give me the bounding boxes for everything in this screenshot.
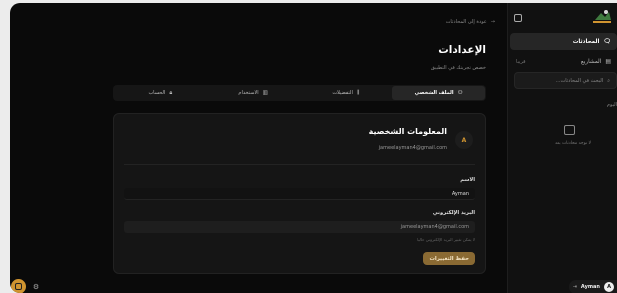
gear-icon[interactable]: ⚙ bbox=[30, 281, 42, 293]
section-label-today: اليوم bbox=[606, 102, 617, 108]
tab-label: الاستخدام bbox=[238, 90, 259, 96]
back-link-label: عودة إلى المحادثات bbox=[445, 19, 487, 25]
app-window: → عودة إلى المحادثات الإعدادات خصص تجربت… bbox=[10, 3, 617, 293]
logout-icon[interactable]: ⇥ bbox=[573, 284, 577, 290]
empty-chat-icon bbox=[564, 125, 575, 135]
email-label: البريد الإلكتروني bbox=[432, 210, 475, 216]
email-field: jameelayman4@gmail.com bbox=[124, 221, 475, 233]
tab-label: الحساب bbox=[148, 90, 166, 96]
empty-state-text: لا توجد محادثات بعد bbox=[554, 141, 591, 146]
main-panel: → عودة إلى المحادثات الإعدادات خصص تجربت… bbox=[10, 3, 507, 293]
search-placeholder: البحث في المحادثات... bbox=[555, 77, 604, 84]
sidebar-toggle-icon[interactable] bbox=[514, 14, 522, 22]
theme-toggle-button[interactable] bbox=[11, 279, 26, 293]
email-hint: لا يمكن تغيير البريد الإلكتروني حاليا bbox=[417, 237, 475, 242]
app-logo bbox=[593, 10, 611, 23]
back-to-chats-link[interactable]: → عودة إلى المحادثات bbox=[446, 19, 495, 25]
folder-icon: ▤ bbox=[605, 58, 611, 65]
tab-usage[interactable]: ▥ الاستخدام bbox=[207, 86, 300, 100]
arrow-right-icon: → bbox=[490, 19, 495, 25]
settings-tabs: ⚇ الملف الشخصي ⫼ التفضيلات ▥ الاستخدام 🔒… bbox=[113, 85, 486, 101]
tab-label: الملف الشخصي bbox=[414, 90, 454, 96]
profile-avatar: A bbox=[455, 131, 473, 149]
profile-card: A المعلومات الشخصية jameelayman4@gmail.c… bbox=[113, 113, 486, 274]
sliders-icon: ⫼ bbox=[356, 89, 360, 96]
sun-icon bbox=[15, 283, 22, 290]
profile-email-text: jameelayman4@gmail.com bbox=[378, 145, 447, 151]
search-icon: ⌕ bbox=[607, 77, 610, 84]
chat-search-input[interactable]: ⌕ البحث في المحادثات... bbox=[514, 72, 617, 89]
sidebar-item-label: المحادثات bbox=[572, 38, 600, 45]
tab-preferences[interactable]: ⫼ التفضيلات bbox=[300, 86, 393, 100]
avatar: A bbox=[604, 282, 614, 292]
user-name: Ayman bbox=[580, 284, 600, 290]
tab-account[interactable]: 🔒︎ الحساب bbox=[114, 86, 207, 100]
chat-icon: 🗨︎ bbox=[603, 38, 611, 45]
tab-label: التفضيلات bbox=[332, 90, 353, 96]
tab-profile[interactable]: ⚇ الملف الشخصي bbox=[392, 86, 485, 100]
sidebar-item-projects[interactable]: ▤ المشاريع قريبا bbox=[510, 53, 617, 70]
profile-card-title: المعلومات الشخصية bbox=[368, 127, 447, 136]
name-field[interactable]: Ayman bbox=[124, 188, 475, 200]
page-subtitle: خصص تجربتك في التطبيق bbox=[430, 65, 486, 71]
sidebar: 🗨︎ المحادثات ▤ المشاريع قريبا ⌕ البحث في… bbox=[507, 3, 617, 293]
sidebar-item-label: المشاريع bbox=[580, 58, 602, 65]
page-title: الإعدادات bbox=[438, 44, 486, 56]
coming-soon-badge: قريبا bbox=[516, 58, 526, 65]
user-icon: ⚇ bbox=[457, 90, 463, 96]
save-changes-button[interactable]: حفظ التغييرات bbox=[423, 252, 475, 265]
divider bbox=[124, 164, 475, 165]
sidebar-item-chats[interactable]: 🗨︎ المحادثات bbox=[510, 33, 617, 50]
name-label: الاسم bbox=[460, 177, 475, 183]
chart-icon: ▥ bbox=[262, 90, 268, 96]
user-menu[interactable]: A Ayman ⇥ bbox=[569, 280, 617, 293]
lock-icon: 🔒︎ bbox=[169, 89, 173, 96]
